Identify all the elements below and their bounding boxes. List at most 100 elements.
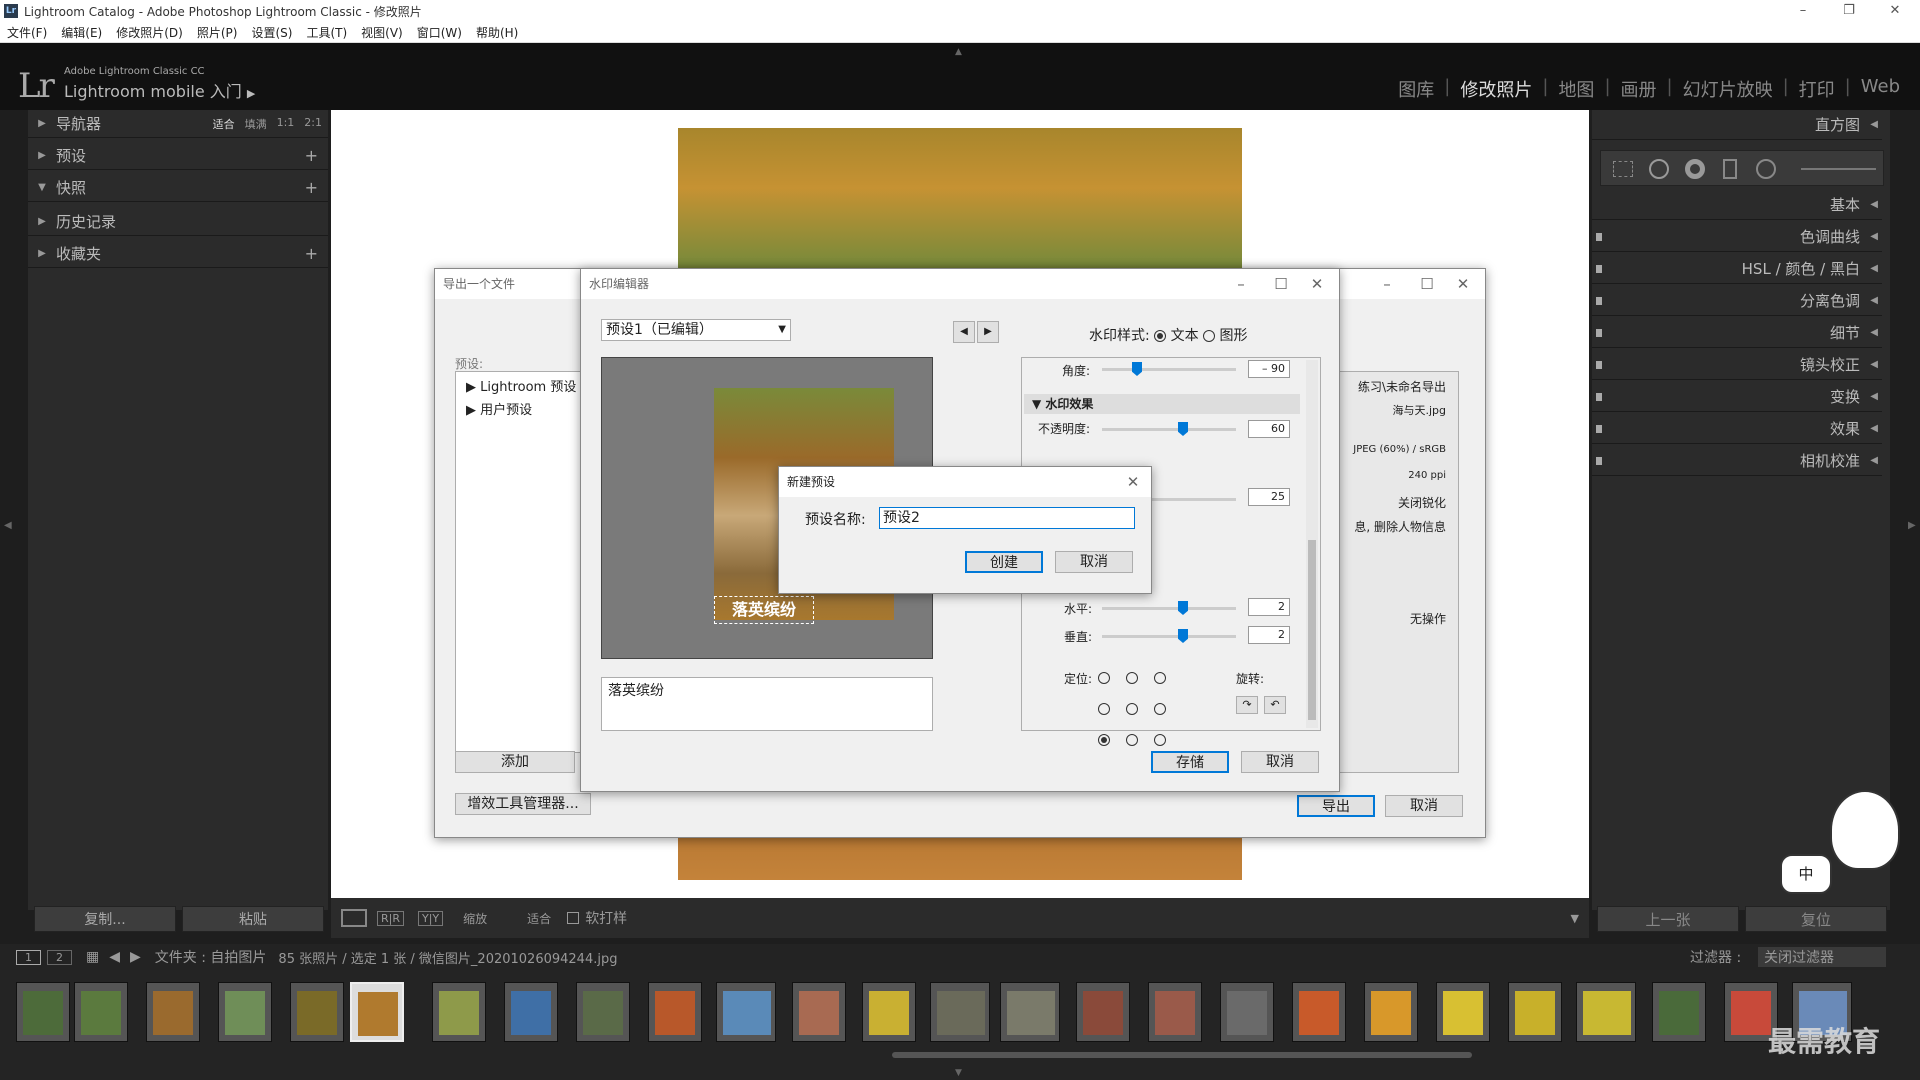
before-after-icon[interactable]: R|R (377, 910, 404, 926)
horizontal-slider[interactable] (1102, 601, 1236, 615)
red-eye-icon[interactable] (1685, 159, 1705, 179)
film-thumb[interactable] (930, 982, 990, 1042)
before-after-split-icon[interactable]: Y|Y (418, 910, 444, 926)
zoom-2-1[interactable]: 2:1 (304, 116, 322, 132)
forward-arrow-icon[interactable]: ▶ (130, 949, 141, 965)
collapse-left-icon[interactable]: ◀ (4, 520, 12, 531)
settings-scrollbar[interactable] (1306, 360, 1318, 728)
film-thumb[interactable] (146, 982, 200, 1042)
minimize-icon[interactable]: – (1223, 269, 1259, 299)
collapse-bottom-icon[interactable]: ▼ (955, 1068, 962, 1078)
film-thumb[interactable] (1220, 982, 1274, 1042)
module-book[interactable]: 画册 (1611, 76, 1667, 102)
zoom-1-1[interactable]: 1:1 (277, 116, 295, 132)
create-button[interactable]: 创建 (965, 551, 1043, 573)
anchor-radio[interactable] (1126, 702, 1138, 715)
anchor-radio[interactable] (1098, 702, 1110, 715)
film-thumb[interactable] (432, 982, 486, 1042)
opacity-slider[interactable] (1102, 422, 1236, 436)
vertical-value[interactable]: 2 (1248, 626, 1290, 644)
film-thumb[interactable] (1076, 982, 1130, 1042)
spot-removal-icon[interactable] (1649, 159, 1669, 179)
add-preset-button[interactable]: 添加 (455, 751, 575, 773)
watermark-text-input[interactable]: 落英缤纷 (601, 677, 933, 731)
zoom-fill[interactable]: 填满 (245, 116, 267, 132)
panel-calibration[interactable]: 相机校准 ◀ (1592, 446, 1882, 476)
minimize-icon[interactable]: – (1369, 269, 1405, 299)
panel-collections[interactable]: ▶ 收藏夹 + (28, 240, 328, 268)
maximize-icon[interactable]: ☐ (1409, 269, 1445, 299)
photo-count[interactable]: 85 张照片 / 选定 1 张 / 微信图片_20201026094244.jp… (278, 948, 617, 967)
film-thumb[interactable] (1292, 982, 1346, 1042)
film-thumb[interactable] (1000, 982, 1060, 1042)
panel-lens-correction[interactable]: 镜头校正 ◀ (1592, 350, 1882, 380)
prev-arrow-button[interactable]: ◀ (953, 321, 975, 343)
panel-basic[interactable]: 基本 ◀ (1592, 190, 1882, 220)
film-thumb[interactable] (716, 982, 776, 1042)
menu-settings[interactable]: 设置(S) (251, 24, 292, 41)
menu-window[interactable]: 窗口(W) (417, 24, 462, 41)
vertical-slider[interactable] (1102, 629, 1236, 643)
add-preset-icon[interactable]: + (305, 146, 318, 165)
window-2-button[interactable]: 2 (47, 949, 72, 965)
angle-slider[interactable] (1102, 362, 1236, 376)
anchor-radio[interactable] (1154, 671, 1166, 684)
film-thumb-selected[interactable] (350, 982, 404, 1042)
menu-file[interactable]: 文件(F) (7, 24, 47, 41)
angle-value[interactable]: – 90 (1248, 360, 1290, 378)
size-value[interactable]: 25 (1248, 488, 1290, 506)
zoom-value[interactable]: 适合 (527, 910, 551, 927)
module-print[interactable]: 打印 (1789, 76, 1845, 102)
panel-snapshots[interactable]: ▼ 快照 + (28, 174, 328, 202)
module-web[interactable]: Web (1851, 76, 1910, 102)
preset-name-input[interactable]: 预设2 (879, 507, 1135, 529)
panel-effects[interactable]: 效果 ◀ (1592, 414, 1882, 444)
new-preset-cancel-button[interactable]: 取消 (1055, 551, 1133, 573)
film-thumb[interactable] (290, 982, 344, 1042)
graduated-filter-icon[interactable] (1723, 159, 1737, 179)
brush-slider[interactable] (1801, 168, 1876, 170)
softproof-checkbox[interactable] (567, 912, 580, 924)
panel-detail[interactable]: 细节 ◀ (1592, 318, 1882, 348)
grid-icon[interactable]: ▦ (86, 949, 99, 965)
film-thumb[interactable] (1436, 982, 1490, 1042)
radial-filter-icon[interactable] (1756, 159, 1776, 179)
style-text-radio[interactable] (1154, 330, 1167, 342)
collapse-right-icon[interactable]: ▶ (1908, 520, 1916, 531)
panel-transform[interactable]: 变换 ◀ (1592, 382, 1882, 412)
ime-mascot[interactable]: 中 (1780, 790, 1910, 900)
close-window-button[interactable]: ✕ (1872, 0, 1918, 22)
crop-tool-icon[interactable] (1613, 161, 1633, 177)
close-icon[interactable]: ✕ (1445, 269, 1481, 299)
filter-select[interactable]: 关闭过滤器 (1758, 947, 1886, 967)
module-map[interactable]: 地图 (1548, 76, 1604, 102)
style-graphic-radio[interactable] (1203, 330, 1216, 342)
add-snapshot-icon[interactable]: + (305, 178, 318, 197)
film-thumb[interactable] (1364, 982, 1418, 1042)
toolbar-menu-icon[interactable]: ▼ (1571, 912, 1579, 925)
close-icon[interactable]: ✕ (1115, 467, 1151, 497)
restore-button[interactable]: ❐ (1826, 0, 1872, 22)
plugin-manager-button[interactable]: 增效工具管理器... (455, 793, 591, 815)
menu-help[interactable]: 帮助(H) (476, 24, 518, 41)
paste-button[interactable]: 粘贴 (182, 906, 324, 932)
module-develop[interactable]: 修改照片 (1450, 76, 1542, 102)
panel-navigator[interactable]: ▶ 导航器 适合 填满 1:1 2:1 (28, 110, 328, 138)
panel-hsl[interactable]: HSL / 颜色 / 黑白 ◀ (1592, 254, 1882, 284)
export-button[interactable]: 导出 (1297, 795, 1375, 817)
effects-section[interactable]: ▼ 水印效果 (1024, 394, 1300, 414)
copy-button[interactable]: 复制... (34, 906, 176, 932)
film-thumb[interactable] (504, 982, 558, 1042)
film-thumb[interactable] (218, 982, 272, 1042)
film-thumb[interactable] (648, 982, 702, 1042)
anchor-radio[interactable] (1154, 702, 1166, 715)
filmstrip-scrollbar[interactable] (892, 1052, 1472, 1058)
collapse-top-icon[interactable]: ▲ (955, 47, 962, 57)
anchor-radio[interactable] (1154, 733, 1166, 746)
ime-badge[interactable]: 中 (1780, 854, 1832, 894)
film-thumb[interactable] (1652, 982, 1706, 1042)
panel-history[interactable]: ▶ 历史记录 (28, 208, 328, 236)
reset-button[interactable]: 复位 (1745, 906, 1887, 932)
window-1-button[interactable]: 1 (16, 949, 41, 965)
menu-develop[interactable]: 修改照片(D) (116, 24, 183, 41)
